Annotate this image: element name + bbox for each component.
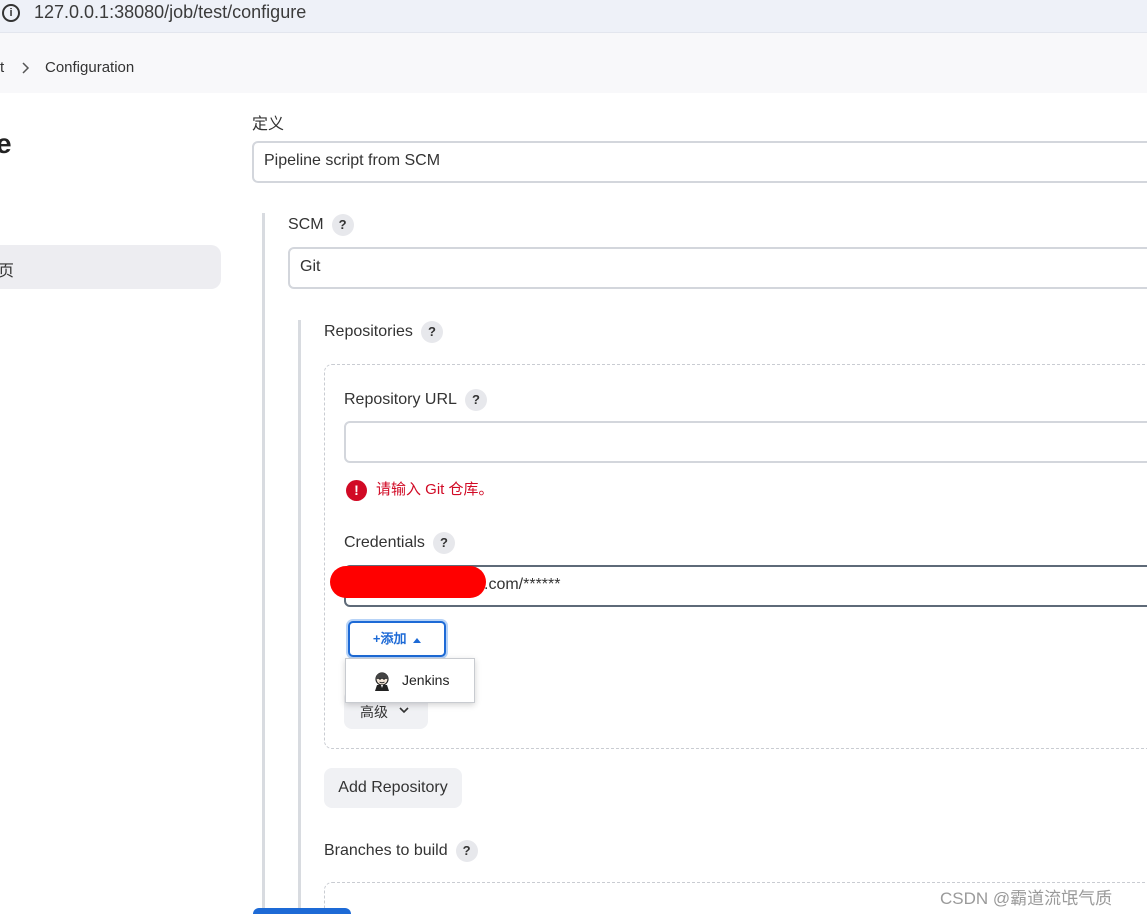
add-credentials-menu: Jenkins — [345, 658, 475, 703]
scm-label: SCM? — [288, 214, 354, 236]
repo-url-error-text: 请输入 Git 仓库。 — [376, 481, 494, 498]
credentials-label: Credentials? — [344, 532, 455, 554]
breadcrumb-current-item: Configuration — [45, 59, 135, 76]
section-divider — [262, 213, 265, 914]
error-icon: ! — [346, 479, 367, 501]
help-icon[interactable]: ? — [331, 214, 354, 236]
add-credentials-button[interactable]: +添加 — [348, 621, 446, 657]
scm-select[interactable]: Git — [288, 247, 1147, 289]
chevron-right-icon — [22, 62, 30, 74]
breadcrumb-prev-item[interactable]: t — [0, 59, 4, 76]
definition-select[interactable]: Pipeline script from SCM — [252, 141, 1147, 183]
redaction-mark — [330, 566, 486, 598]
url-text[interactable]: 127.0.0.1:38080/job/test/configure — [34, 2, 306, 23]
advanced-label: 高级 — [360, 704, 388, 720]
sidebar-item-active[interactable]: 页 — [0, 245, 221, 289]
subsection-divider — [298, 320, 301, 914]
add-credentials-label: +添加 — [372, 631, 407, 646]
credentials-value: .com/****** — [484, 576, 561, 593]
breadcrumb: t Configuration — [0, 33, 1147, 93]
repo-url-label-text: Repository URL — [344, 391, 457, 409]
definition-label: 定义 — [252, 116, 285, 133]
save-button[interactable] — [253, 908, 351, 914]
menu-item-label: Jenkins — [402, 672, 450, 688]
help-icon[interactable]: ? — [420, 321, 443, 343]
menu-item-jenkins[interactable]: Jenkins — [346, 659, 474, 702]
help-icon[interactable]: ? — [464, 389, 487, 411]
repositories-label: Repositories? — [324, 321, 443, 343]
repo-url-error: ! 请输入 Git 仓库。 — [346, 478, 494, 501]
scm-label-text: SCM — [288, 216, 324, 234]
sidebar-item-label: 页 — [0, 263, 15, 280]
site-info-icon[interactable]: i — [2, 4, 20, 22]
help-icon[interactable]: ? — [455, 840, 478, 862]
credentials-label-text: Credentials — [344, 534, 425, 552]
branches-label-text: Branches to build — [324, 842, 448, 860]
caret-up-icon — [413, 637, 422, 643]
watermark: CSDN @霸道流氓气质 — [940, 889, 1113, 908]
chevron-down-icon — [399, 707, 409, 714]
page-title-fragment: e — [0, 128, 12, 159]
branches-label: Branches to build? — [324, 840, 478, 862]
jenkins-butler-icon — [375, 672, 389, 691]
repositories-label-text: Repositories — [324, 323, 413, 341]
repository-url-input[interactable] — [344, 421, 1147, 463]
repo-url-label: Repository URL? — [344, 389, 487, 411]
browser-address-bar[interactable]: i 127.0.0.1:38080/job/test/configure — [0, 0, 1147, 33]
add-repository-button[interactable]: Add Repository — [324, 768, 462, 808]
help-icon[interactable]: ? — [432, 532, 455, 554]
